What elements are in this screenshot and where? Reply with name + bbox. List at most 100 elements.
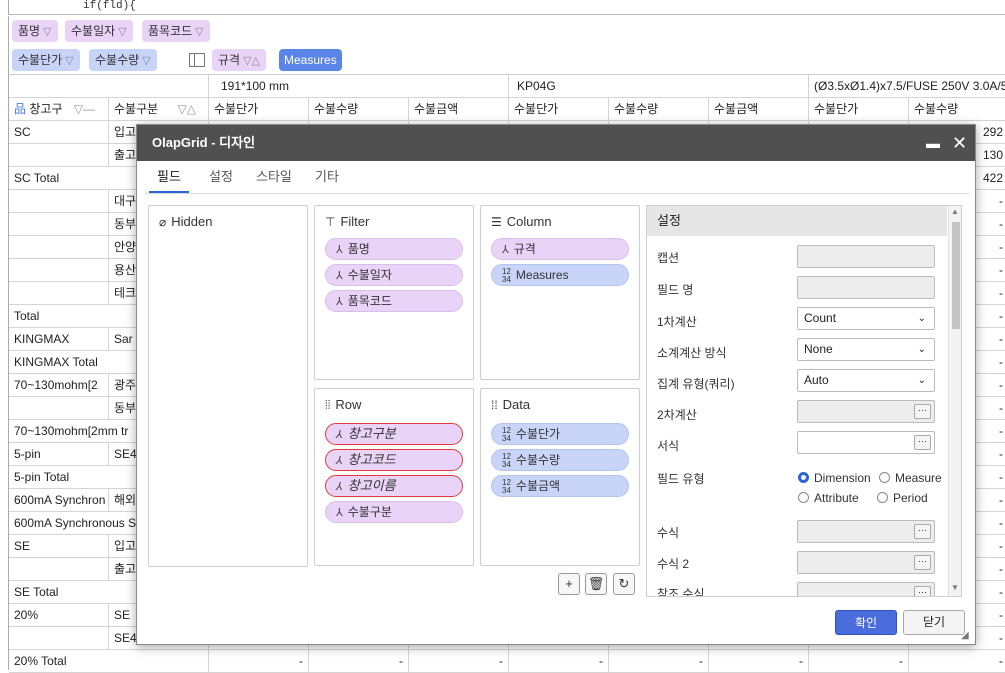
panel-row[interactable]: ⦙⦙ Row ⅄ 창고구분 ⅄ 창고코드 ⅄ 창고이름 ⅄ 수불구분 (314, 388, 474, 566)
ok-button[interactable]: 확인 (835, 610, 897, 635)
row-header-warehouse[interactable]: 品 창고구 ▽— (9, 98, 109, 121)
field-name-field[interactable] (797, 276, 935, 299)
row-field-io-type[interactable]: ⅄ 수불구분 (325, 501, 463, 523)
panel-filter[interactable]: ⊤ Filter ⅄ 품명 ⅄ 수불일자 ⅄ 품목코드 (314, 205, 474, 380)
grid-row-header (9, 213, 109, 236)
field-name-label: 필드 명 (657, 283, 694, 297)
filter-icon[interactable]: ▽ (43, 26, 51, 38)
data-field-unitprice[interactable]: 12 34 수불단가 (491, 423, 629, 445)
caption-field[interactable] (797, 245, 935, 268)
filter-icon[interactable]: ▽— (74, 102, 95, 116)
row-header-type[interactable]: 수불구분 ▽△ (109, 98, 209, 121)
grid-row-header: KINGMAX (9, 328, 109, 351)
data-chip-unitprice[interactable]: 수불단가 ▽ (12, 49, 80, 71)
column-field-spec[interactable]: ⅄ 규격 (491, 238, 629, 260)
row-field-warehouse-code[interactable]: ⅄ 창고코드 (325, 449, 463, 471)
close-icon[interactable]: ✕ (952, 125, 967, 161)
subtotal-label: 소계계산 방식 (657, 346, 727, 360)
refresh-button[interactable]: ↻ (613, 573, 635, 595)
chevron-down-icon: ⌄ (917, 344, 926, 355)
data-chip-qty[interactable]: 수불수량 ▽ (89, 49, 157, 71)
filter-icon[interactable]: ▽ (195, 26, 203, 38)
tab-style[interactable]: 스타일 (256, 167, 292, 193)
calc2-field[interactable]: ··· (797, 400, 935, 423)
radio-attribute[interactable]: Attribute (798, 491, 859, 505)
resize-grip-icon[interactable]: ◢ (961, 630, 969, 641)
filter-chip-itemcode[interactable]: 품목코드 ▽ (142, 20, 210, 42)
calc1-label: 1차계산 (657, 315, 697, 329)
panel-hidden[interactable]: ⌀ Hidden (148, 205, 308, 567)
scroll-thumb[interactable] (952, 222, 960, 329)
hidden-eye-icon: ⌀ (159, 215, 167, 229)
grid-total-value: - (999, 654, 1003, 668)
radio-measure[interactable]: Measure (879, 471, 942, 485)
tab-other[interactable]: 기타 (315, 167, 339, 193)
filter-chip-pumname[interactable]: 품명 ▽ (12, 20, 58, 42)
row-icon: ⦙⦙ (325, 398, 331, 412)
measure-header: 수불금액 (409, 98, 509, 121)
filter-icon[interactable]: ▽△ (178, 102, 196, 116)
grid-row-header (9, 558, 109, 581)
grid-row-header: 20% (9, 604, 109, 627)
format-field[interactable]: ··· (797, 431, 935, 454)
chevron-down-icon: ⌄ (917, 375, 926, 386)
filter-chip-date[interactable]: 수불일자 ▽ (65, 20, 133, 42)
settings-scrollbar[interactable]: ▲ ▼ (948, 206, 961, 596)
radio-period[interactable]: Period (877, 491, 928, 505)
column-field-measures[interactable]: 12 34 Measures (491, 264, 629, 286)
formula-field[interactable]: ··· (797, 520, 935, 543)
scroll-down-icon[interactable]: ▼ (951, 583, 959, 592)
filter-icon[interactable]: ▽ (65, 55, 73, 67)
design-dialog: OlapGrid - 디자인 ▬ ✕ 필드 설정 스타일 기타 ⌀ Hidden … (136, 124, 976, 645)
close-button[interactable]: 닫기 (903, 610, 965, 635)
format-label: 서식 (657, 439, 680, 453)
column-chip-spec[interactable]: 규격 ▽△ (212, 49, 267, 71)
filter-icon[interactable]: ▽△ (243, 55, 260, 67)
subtotal-select[interactable]: None ⌄ (797, 338, 935, 361)
row-field-warehouse-type[interactable]: ⅄ 창고구분 (325, 423, 463, 445)
tab-settings[interactable]: 설정 (209, 167, 233, 193)
measures-chip[interactable]: Measures (279, 49, 342, 71)
calc1-select[interactable]: Count ⌄ (797, 307, 935, 330)
filter-field-itemcode[interactable]: ⅄ 품목코드 (325, 290, 463, 312)
radio-dimension[interactable]: Dimension (798, 471, 871, 485)
formula2-field[interactable]: ··· (797, 551, 935, 574)
grid-col-group-3: (Ø3.5xØ1.4)x7.5/FUSE 250V 3.0A/5 (809, 75, 1005, 98)
maximize-icon[interactable]: ▬ (926, 125, 940, 161)
delete-field-button[interactable]: 🗑 (585, 573, 607, 595)
panel-data[interactable]: ⁞⁞ Data 12 34 수불단가 12 34 수불수량 12 34 수불금액 (480, 388, 640, 566)
numeric-icon: 12 34 (502, 266, 511, 284)
filter-area: 품명 ▽ 수불일자 ▽ 품목코드 ▽ (8, 16, 1005, 46)
measure-header: 수불수량 (309, 98, 409, 121)
grid-row-header: 5-pin (9, 443, 109, 466)
more-icon[interactable]: ··· (914, 555, 931, 570)
panel-column[interactable]: ☰ Column ⅄ 규격 12 34 Measures (480, 205, 640, 380)
filter-icon[interactable]: ▽ (118, 26, 126, 38)
filter-field-pumname[interactable]: ⅄ 품명 (325, 238, 463, 260)
grid-total-value: - (899, 654, 903, 668)
caption-label: 캡션 (657, 251, 680, 265)
more-icon[interactable]: ··· (914, 435, 931, 450)
panel-title-data: ⁞⁞ Data (491, 397, 531, 412)
agg-select[interactable]: Auto ⌄ (797, 369, 935, 392)
filter-field-date[interactable]: ⅄ 수불일자 (325, 264, 463, 286)
data-field-qty[interactable]: 12 34 수불수량 (491, 449, 629, 471)
layout-toggle-icon[interactable] (189, 53, 205, 67)
row-field-warehouse-name[interactable]: ⅄ 창고이름 (325, 475, 463, 497)
chevron-down-icon: ⌄ (917, 313, 926, 324)
add-field-button[interactable]: + (558, 573, 580, 595)
more-icon[interactable]: ··· (914, 524, 931, 539)
more-icon[interactable]: ··· (914, 586, 931, 596)
measure-header: 수불금액 (709, 98, 809, 121)
grid-header-spacer (9, 75, 209, 98)
filter-icon[interactable]: ▽ (142, 55, 150, 67)
formula-label: 수식 (657, 526, 680, 540)
tab-fields[interactable]: 필드 (149, 167, 189, 193)
grid-total-value: - (399, 654, 403, 668)
measure-header: 수불단가 (809, 98, 909, 121)
more-icon[interactable]: ··· (914, 404, 931, 419)
scroll-up-icon[interactable]: ▲ (951, 207, 959, 216)
ref-formula-field[interactable]: ··· (797, 582, 935, 596)
grid-row-header (9, 627, 109, 650)
data-field-amount[interactable]: 12 34 수불금액 (491, 475, 629, 497)
